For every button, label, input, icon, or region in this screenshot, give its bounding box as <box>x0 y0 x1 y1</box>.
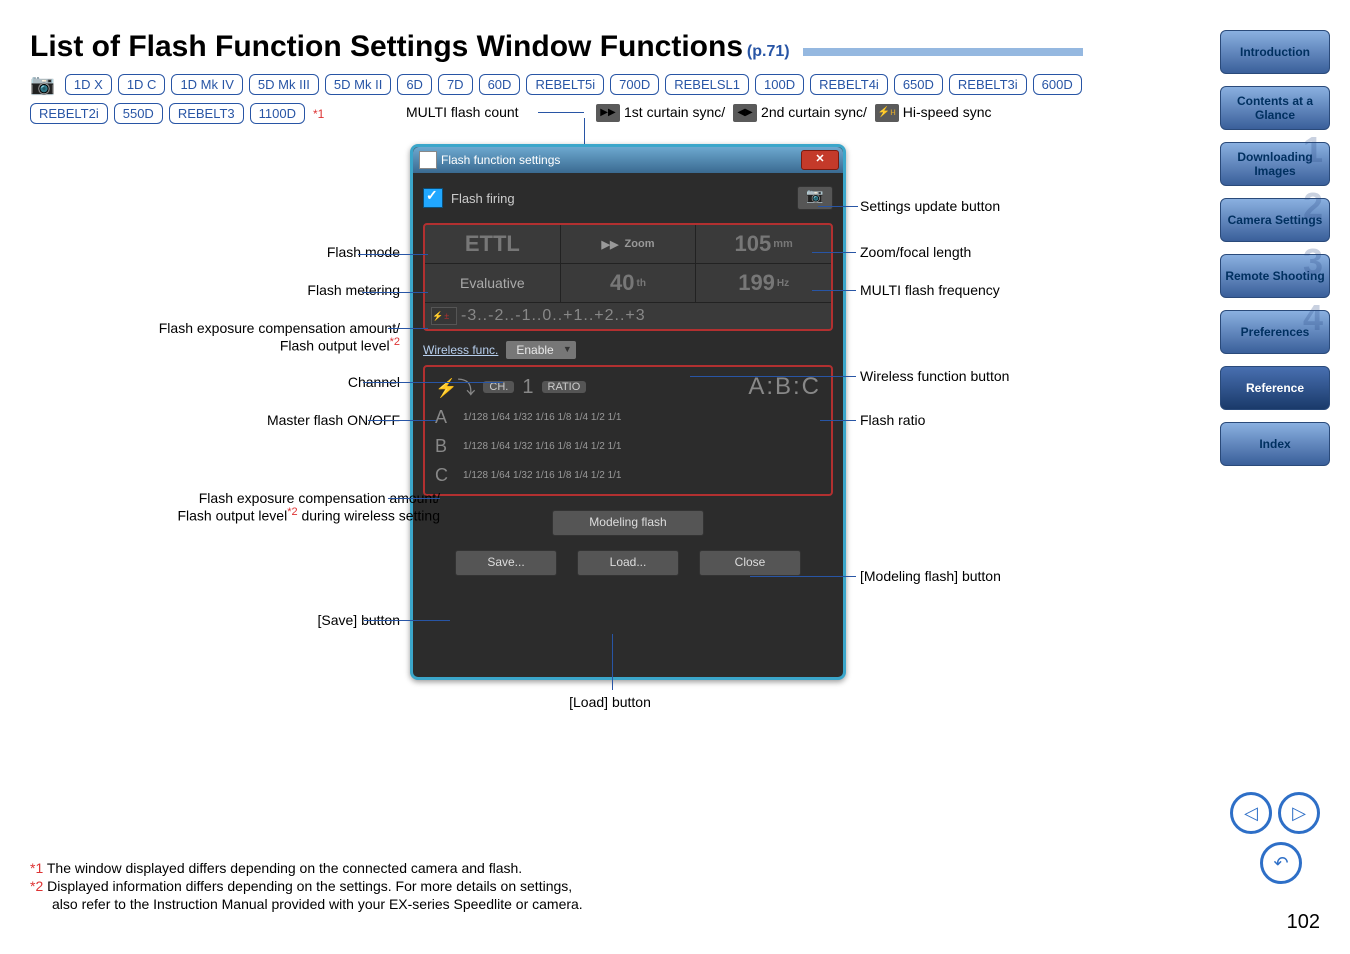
master-flash-icon[interactable]: ⚡⤵ <box>435 374 475 400</box>
flash-ratio-label: Flash ratio <box>860 412 925 428</box>
wireless-enable-dropdown[interactable]: Enable <box>506 341 575 359</box>
channel-value[interactable]: 1 <box>522 376 533 399</box>
hispeed-sync-icon: ⚡ʜ <box>875 104 899 122</box>
second-curtain-icon: ◀▶ <box>733 104 757 122</box>
metering-cell[interactable]: Evaluative <box>425 264 561 302</box>
badge: 7D <box>438 74 473 95</box>
save-button[interactable]: Save... <box>455 550 557 576</box>
wireless-func-button[interactable]: Wireless func. <box>423 343 498 357</box>
footnotes: *1 The window displayed differs dependin… <box>30 860 583 914</box>
modeling-flash-label: [Modeling flash] button <box>860 568 1001 584</box>
badge: 1100D <box>250 103 305 124</box>
sync-options-legend: ▶▶1st curtain sync/ ◀▶2nd curtain sync/ … <box>592 104 991 122</box>
badge: REBELT3 <box>169 103 244 124</box>
multi-freq-label: MULTI flash frequency <box>860 282 1000 298</box>
modeling-flash-button[interactable]: Modeling flash <box>552 510 704 536</box>
page-title: List of Flash Function Settings Window F… <box>30 30 1330 64</box>
sync-mode-cell[interactable]: ▶▶ Zoom <box>561 225 697 263</box>
badge: 700D <box>610 74 659 95</box>
sidebar-item-downloading[interactable]: 1Downloading Images <box>1220 142 1330 186</box>
flash-settings-window: Flash function settings ✕ Flash firing 📷… <box>410 144 846 680</box>
flash-comp-icon: ⚡± <box>431 307 457 325</box>
badge: 100D <box>755 74 804 95</box>
footnote-ref-1: *1 <box>313 107 324 121</box>
page-nav: ◁ ▷ <box>1230 792 1320 834</box>
page-number: 102 <box>1287 911 1320 934</box>
badge: 6D <box>397 74 432 95</box>
flash-metering-label: Flash metering <box>250 282 400 298</box>
badge: 1D Mk IV <box>171 74 242 95</box>
sidebar-item-contents[interactable]: Contents at a Glance <box>1220 86 1330 130</box>
exposure-comp-scale[interactable]: ⚡±-3..-2..-1..0..+1..+2..+3 <box>425 303 831 329</box>
page-ref: (p.71) <box>747 43 790 60</box>
badge: 5D Mk II <box>325 74 391 95</box>
load-button[interactable]: Load... <box>577 550 679 576</box>
flash-ratio-value[interactable]: A:B:C <box>748 373 821 401</box>
prev-page-button[interactable]: ◁ <box>1230 792 1272 834</box>
sidebar-item-introduction[interactable]: Introduction <box>1220 30 1330 74</box>
group-c-row[interactable]: C1/128 1/64 1/32 1/16 1/8 1/4 1/2 1/1 <box>429 461 827 490</box>
badge: 550D <box>114 103 163 124</box>
flash-firing-label: Flash firing <box>451 191 515 206</box>
badge: 1D X <box>65 74 112 95</box>
sidebar-item-reference[interactable]: Reference <box>1220 366 1330 410</box>
flash-comp-label: Flash exposure compensation amount/Flash… <box>80 320 400 354</box>
multi-freq-cell[interactable]: 199Hz <box>696 264 831 302</box>
window-title: Flash function settings <box>441 153 560 167</box>
badge: REBELSL1 <box>665 74 749 95</box>
group-a-row[interactable]: A1/128 1/64 1/32 1/16 1/8 1/4 1/2 1/1 <box>429 403 827 432</box>
flash-comp-wireless-label: Flash exposure compensation amount/Flash… <box>80 490 440 524</box>
window-close-button[interactable]: ✕ <box>801 150 839 170</box>
badge: 5D Mk III <box>249 74 319 95</box>
sidebar-item-index[interactable]: Index <box>1220 422 1330 466</box>
group-b-row[interactable]: B1/128 1/64 1/32 1/16 1/8 1/4 1/2 1/1 <box>429 432 827 461</box>
load-button-label: [Load] button <box>530 694 690 710</box>
close-button[interactable]: Close <box>699 550 801 576</box>
settings-update-label: Settings update button <box>860 198 1000 214</box>
badge: REBELT2i <box>30 103 108 124</box>
zoom-cell[interactable]: 105mm <box>696 225 831 263</box>
multi-count-cell[interactable]: 40th <box>561 264 697 302</box>
ratio-button[interactable]: RATIO <box>542 381 587 393</box>
badge: 600D <box>1033 74 1082 95</box>
wireless-func-label: Wireless function button <box>860 368 1009 384</box>
sidebar-item-camera-settings[interactable]: 2Camera Settings <box>1220 198 1330 242</box>
zoom-label: Zoom/focal length <box>860 244 971 260</box>
badge: REBELT3i <box>949 74 1027 95</box>
multi-flash-count-label: MULTI flash count <box>406 104 519 120</box>
flash-firing-checkbox[interactable] <box>423 188 443 208</box>
window-icon <box>419 151 437 169</box>
badge: 650D <box>894 74 943 95</box>
channel-label: CH. <box>483 381 514 393</box>
camera-icon: 📷 <box>30 72 55 97</box>
sidebar-nav: Introduction Contents at a Glance 1Downl… <box>1220 30 1330 466</box>
badge: 60D <box>479 74 521 95</box>
next-page-button[interactable]: ▷ <box>1278 792 1320 834</box>
sidebar-item-remote-shooting[interactable]: 3Remote Shooting <box>1220 254 1330 298</box>
first-curtain-icon: ▶▶ <box>596 104 620 122</box>
window-titlebar: Flash function settings ✕ <box>413 147 843 173</box>
badge: REBELT5i <box>526 74 604 95</box>
flash-mode-label: Flash mode <box>270 244 400 260</box>
title-rule <box>803 48 1083 56</box>
sidebar-item-preferences[interactable]: 4Preferences <box>1220 310 1330 354</box>
flash-mode-cell[interactable]: ETTL <box>425 225 561 263</box>
badge: 1D C <box>118 74 166 95</box>
badge: REBELT4i <box>810 74 888 95</box>
return-button[interactable]: ↶ <box>1260 842 1302 884</box>
